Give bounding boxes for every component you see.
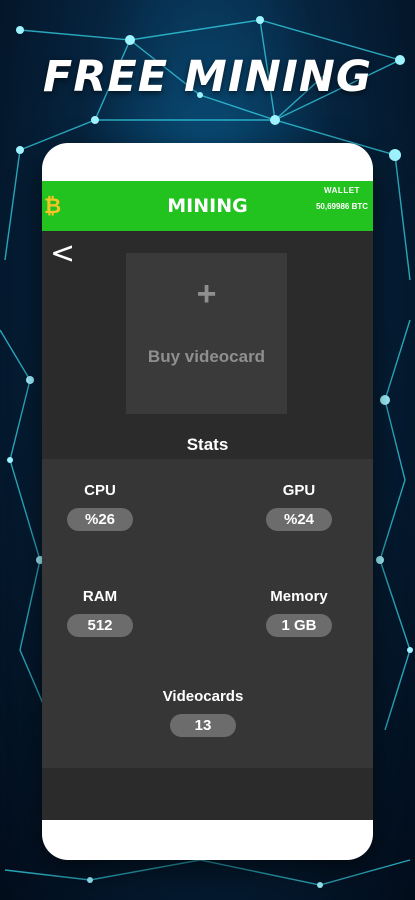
promo-title: FREE MINING [42,52,373,102]
stat-gpu: GPU %24 [254,482,344,531]
back-icon[interactable]: < [50,239,75,273]
stat-memory: Memory 1 GB [254,588,344,637]
wallet-display: WALLET 50,69986 BTC [307,186,373,211]
bottom-area [42,768,373,820]
stat-ram: RAM 512 [55,588,145,637]
stat-value-badge: 512 [67,614,133,637]
stat-cpu: CPU %26 [55,482,145,531]
stat-label: RAM [82,588,118,605]
stat-value-badge: 13 [170,714,236,737]
stats-title: Stats [186,435,229,454]
buy-videocard-label: Buy videocard [147,347,266,366]
stat-label: Videocards [162,688,244,705]
stat-value-badge: %26 [67,508,133,531]
stat-label: GPU [282,482,316,499]
top-bar: ₿ MINING WALLET 50,69986 BTC [42,181,373,231]
wallet-label: WALLET [324,186,360,195]
stat-value-badge: 1 GB [266,614,332,637]
stat-label: CPU [84,482,116,499]
stat-label: Memory [270,588,328,605]
stat-videocards: Videocards 13 [158,688,248,737]
app-screen: ₿ MINING WALLET 50,69986 BTC < + Buy vid… [42,181,373,820]
wallet-balance: 50,69986 BTC [315,202,369,211]
plus-icon: + [196,275,217,313]
stats-panel: CPU %26 GPU %24 RAM 512 Memory 1 GB Vide… [42,459,373,768]
phone-mockup: ₿ MINING WALLET 50,69986 BTC < + Buy vid… [42,143,373,860]
stat-value-badge: %24 [266,508,332,531]
buy-videocard-button[interactable]: + Buy videocard [126,253,287,414]
